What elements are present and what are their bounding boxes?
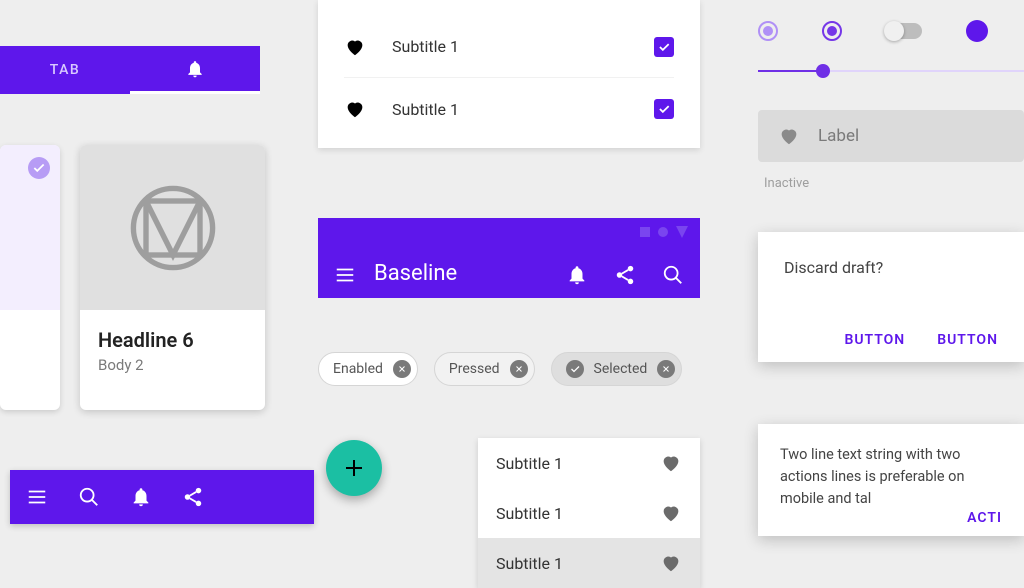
list-item[interactable]: Subtitle 1 — [344, 78, 674, 140]
slider-thumb[interactable] — [816, 64, 830, 78]
heart-icon[interactable] — [660, 452, 682, 474]
share-icon[interactable] — [614, 264, 636, 286]
square-icon — [640, 227, 650, 237]
fab-add[interactable] — [326, 440, 382, 496]
list-item[interactable]: Subtitle 1 — [344, 16, 674, 78]
bottom-app-bar — [10, 470, 314, 524]
label-chip[interactable]: Label — [758, 110, 1024, 162]
list-item[interactable]: Subtitle 1 — [478, 438, 700, 488]
close-icon[interactable] — [510, 360, 528, 378]
chip-label: Selected — [594, 361, 648, 377]
snackbar: Two line text string with two actions li… — [758, 424, 1024, 536]
top-app-bar: Baseline — [318, 218, 700, 298]
heart-icon — [778, 125, 800, 147]
heart-icon[interactable] — [660, 552, 682, 574]
dialog-button[interactable]: BUTTON — [844, 332, 905, 348]
slider-track-fill — [758, 70, 823, 72]
switch-off[interactable] — [886, 23, 922, 39]
list-item[interactable]: Subtitle 1 — [478, 538, 700, 588]
card-partial[interactable] — [0, 145, 60, 410]
chip-label: Label — [818, 126, 859, 146]
chip-label: Pressed — [449, 361, 500, 377]
list-item-label: Subtitle 1 — [496, 554, 660, 573]
tab-bar: TAB — [0, 46, 260, 94]
app-title: Baseline — [374, 261, 548, 286]
checkbox-checked[interactable] — [654, 37, 674, 57]
bell-icon[interactable] — [566, 264, 588, 286]
helper-text: Inactive — [764, 176, 809, 191]
dialog: Discard draft? BUTTON BUTTON — [758, 232, 1024, 362]
snackbar-text: Two line text string with two actions li… — [780, 444, 1002, 509]
material-logo-icon — [128, 183, 218, 273]
switch-on-thumb[interactable] — [966, 20, 988, 42]
menu-icon[interactable] — [334, 264, 356, 286]
heart-icon[interactable] — [660, 502, 682, 524]
card-body: Body 2 — [98, 356, 247, 374]
dialog-title: Discard draft? — [784, 258, 998, 277]
checkbox-checked[interactable] — [654, 99, 674, 119]
bell-icon[interactable] — [130, 486, 152, 508]
triangle-icon — [676, 226, 688, 238]
card-media — [80, 145, 265, 310]
slider[interactable] — [758, 70, 1024, 72]
bell-icon — [185, 59, 205, 79]
list-item[interactable]: Subtitle 1 — [478, 488, 700, 538]
snackbar-action[interactable]: ACTI — [967, 510, 1002, 526]
tab-bell[interactable] — [130, 46, 260, 94]
check-badge-icon — [28, 157, 50, 179]
tab-text[interactable]: TAB — [0, 46, 130, 94]
heart-icon — [344, 36, 366, 58]
list-item-label: Subtitle 1 — [496, 454, 660, 473]
plus-icon — [342, 456, 366, 480]
card-headline: Headline 6 — [98, 328, 247, 352]
heart-list: Subtitle 1 Subtitle 1 Subtitle 1 — [478, 438, 700, 588]
list-item-label: Subtitle 1 — [392, 100, 628, 119]
radio-button[interactable] — [758, 21, 778, 41]
radio-button[interactable] — [822, 21, 842, 41]
search-icon[interactable] — [662, 264, 684, 286]
window-decorations — [640, 226, 688, 238]
share-icon[interactable] — [182, 486, 204, 508]
media-card[interactable]: Headline 6 Body 2 — [80, 145, 265, 410]
heart-icon — [344, 98, 366, 120]
chip-label: Enabled — [333, 361, 383, 377]
selection-controls — [758, 20, 988, 42]
menu-icon[interactable] — [26, 486, 48, 508]
close-icon[interactable] — [393, 360, 411, 378]
search-icon[interactable] — [78, 486, 100, 508]
chip-enabled[interactable]: Enabled — [318, 352, 418, 386]
chip-pressed[interactable]: Pressed — [434, 352, 535, 386]
list-item-label: Subtitle 1 — [392, 37, 628, 56]
dialog-button[interactable]: BUTTON — [937, 332, 998, 348]
chip-selected[interactable]: Selected — [551, 352, 683, 386]
circle-icon — [658, 227, 668, 237]
check-icon — [566, 360, 584, 378]
list-item-label: Subtitle 1 — [496, 504, 660, 523]
close-icon[interactable] — [657, 360, 675, 378]
checkbox-list: Subtitle 1 Subtitle 1 — [318, 0, 700, 148]
chip-row: Enabled Pressed Selected — [318, 352, 682, 386]
